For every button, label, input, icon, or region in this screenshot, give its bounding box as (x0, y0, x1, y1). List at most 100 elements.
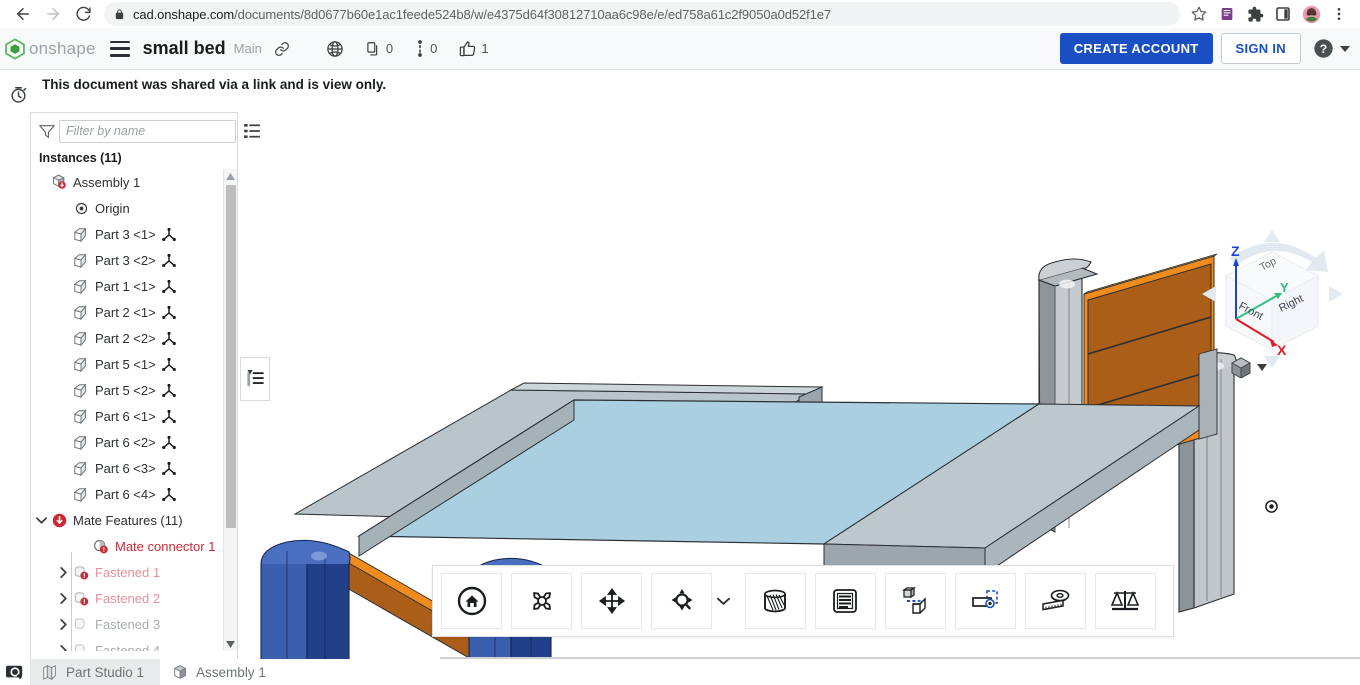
mate-triad-icon[interactable] (162, 280, 176, 293)
feature-list-icon[interactable] (240, 357, 270, 401)
mate-triad-icon[interactable] (162, 358, 176, 371)
origin-point-icon (1265, 500, 1278, 518)
tree-item-label: Fastened 4 (95, 643, 160, 652)
tree-item-part-6-4[interactable]: Part 6 <4> (31, 481, 237, 507)
part-instance-icon (71, 279, 91, 294)
tree-item-fastened-1[interactable]: Fastened 1 (31, 559, 237, 585)
chevron-right-icon[interactable] (55, 645, 71, 652)
tree-item-fastened-3[interactable]: Fastened 3 (31, 611, 237, 637)
three-dot-menu-icon[interactable] (1326, 1, 1352, 27)
versions-icon (415, 40, 425, 57)
tree-item-origin[interactable]: Origin (31, 195, 237, 221)
pan-view-button[interactable] (581, 573, 642, 629)
mate-triad-icon[interactable] (162, 228, 176, 241)
reader-mode-icon[interactable] (1214, 1, 1240, 27)
versions-stat[interactable]: 0 (415, 40, 437, 57)
extensions-puzzle-icon[interactable] (1242, 1, 1268, 27)
rotate-view-button[interactable] (511, 573, 572, 629)
filter-funnel-icon[interactable] (39, 124, 55, 139)
filter-input[interactable] (59, 120, 236, 143)
side-panel-icon[interactable] (1270, 1, 1296, 27)
tree-item-part-6-1[interactable]: Part 6 <1> (31, 403, 237, 429)
list-view-icon[interactable] (244, 124, 260, 138)
mass-properties-button[interactable] (1095, 573, 1156, 629)
origin-icon (71, 202, 91, 215)
tree-item-fastened-4[interactable]: Fastened 4 (31, 637, 237, 651)
view-section-button[interactable] (955, 573, 1016, 629)
tree-item-label: Part 2 <2> (95, 331, 156, 346)
tree-item-mate-connector-1[interactable]: Mate connector 1 (31, 533, 237, 559)
mate-triad-icon[interactable] (162, 462, 176, 475)
part-instance-icon (71, 409, 91, 424)
assembly-tree[interactable]: Assembly 1OriginPart 3 <1>Part 3 <2>Part… (31, 169, 237, 651)
chevron-right-icon[interactable] (55, 567, 71, 578)
tree-item-part-1-1[interactable]: Part 1 <1> (31, 273, 237, 299)
chevron-right-icon[interactable] (55, 593, 71, 604)
history-clock-icon[interactable] (6, 82, 30, 106)
tree-item-part-3-1[interactable]: Part 3 <1> (31, 221, 237, 247)
tree-item-label: Part 3 <1> (95, 227, 156, 242)
reload-icon[interactable] (68, 1, 98, 27)
tree-item-part-6-3[interactable]: Part 6 <3> (31, 455, 237, 481)
likes-stat[interactable]: 1 (459, 40, 488, 57)
star-icon[interactable] (1186, 1, 1212, 27)
back-arrow-icon[interactable] (8, 1, 38, 27)
globe-public-icon[interactable] (326, 40, 344, 58)
view-cube[interactable]: Z Y X Top Front Right (1190, 216, 1355, 381)
tree-item-part-2-2[interactable]: Part 2 <2> (31, 325, 237, 351)
document-title[interactable]: small bed (143, 38, 226, 59)
tree-item-fastened-2[interactable]: Fastened 2 (31, 585, 237, 611)
zoom-to-fit-button[interactable] (651, 573, 712, 629)
copies-stat[interactable]: 0 (366, 41, 393, 57)
sign-in-button[interactable]: SIGN IN (1221, 33, 1302, 64)
home-view-button[interactable] (441, 573, 502, 629)
mate-triad-icon[interactable] (162, 332, 176, 345)
section-view-button[interactable] (745, 573, 806, 629)
display-state-button[interactable] (815, 573, 876, 629)
view-cube-display-control[interactable] (1228, 356, 1268, 383)
chevron-right-icon[interactable] (55, 619, 71, 630)
tree-item-label: Assembly 1 (73, 175, 140, 190)
copies-count: 0 (386, 41, 393, 56)
scroll-down-arrow-icon[interactable] (224, 637, 237, 651)
mate-triad-icon[interactable] (162, 384, 176, 397)
hamburger-menu-icon[interactable] (110, 41, 130, 57)
tab-assembly-1[interactable]: Assembly 1 (160, 659, 282, 685)
scroll-up-arrow-icon[interactable] (224, 169, 237, 183)
link-chain-icon[interactable] (274, 41, 290, 57)
mate-triad-icon[interactable] (162, 306, 176, 319)
workspace-name[interactable]: Main (234, 41, 262, 56)
view-toolbar (432, 565, 1174, 637)
tree-item-assembly-1[interactable]: Assembly 1 (31, 169, 237, 195)
tree-item-label: Part 6 <2> (95, 435, 156, 450)
chevron-down-icon[interactable] (33, 516, 49, 525)
zoom-options-chevron-down-icon[interactable] (712, 573, 736, 629)
help-question-icon[interactable]: ? (1313, 38, 1334, 59)
forward-arrow-icon[interactable] (38, 1, 68, 27)
chevron-down-icon[interactable] (1340, 46, 1350, 52)
filter-row (31, 113, 237, 149)
explode-view-button[interactable] (885, 573, 946, 629)
tree-scrollbar-thumb[interactable] (226, 185, 236, 528)
mate-triad-icon[interactable] (162, 436, 176, 449)
tree-item-part-2-1[interactable]: Part 2 <1> (31, 299, 237, 325)
user-avatar-icon[interactable] (1298, 1, 1324, 27)
mate-triad-icon[interactable] (162, 254, 176, 267)
tab-part-studio-1[interactable]: Part Studio 1 (30, 659, 160, 685)
address-bar[interactable]: cad.onshape.com/documents/8d0677b60e1ac1… (104, 2, 1180, 26)
tree-scrollbar[interactable] (223, 169, 237, 651)
onshape-logo-icon[interactable] (4, 38, 26, 60)
measure-button[interactable] (1025, 573, 1086, 629)
create-account-button[interactable]: CREATE ACCOUNT (1060, 33, 1213, 64)
mate-triad-icon[interactable] (162, 410, 176, 423)
tree-item-label: Origin (95, 201, 130, 216)
tab-search-icon[interactable] (0, 659, 30, 685)
tree-item-part-3-2[interactable]: Part 3 <2> (31, 247, 237, 273)
part-instance-icon (71, 331, 91, 346)
tree-item-part-5-1[interactable]: Part 5 <1> (31, 351, 237, 377)
tree-item-part-5-2[interactable]: Part 5 <2> (31, 377, 237, 403)
tree-item-mate-features-11[interactable]: Mate Features (11) (31, 507, 237, 533)
mate-triad-icon[interactable] (162, 488, 176, 501)
tree-item-part-6-2[interactable]: Part 6 <2> (31, 429, 237, 455)
fastened-error-icon (71, 591, 91, 606)
